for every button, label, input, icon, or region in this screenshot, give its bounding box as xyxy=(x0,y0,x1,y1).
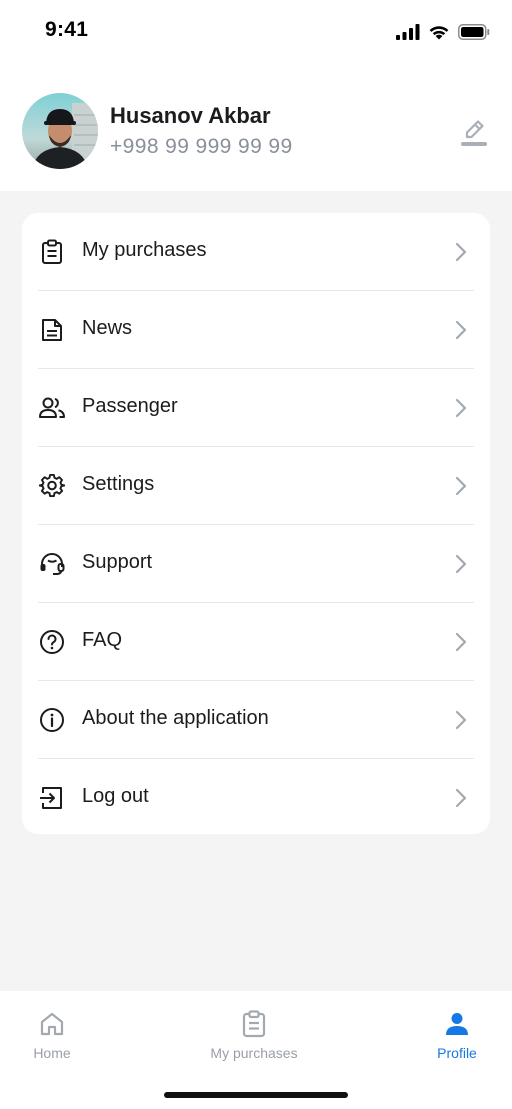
chevron-right-icon xyxy=(455,710,467,730)
status-time: 9:41 xyxy=(45,18,89,41)
pencil-icon xyxy=(461,120,487,146)
menu-item-log-out[interactable]: Log out xyxy=(22,759,490,837)
chevron-right-icon xyxy=(455,476,467,496)
chevron-right-icon xyxy=(455,320,467,340)
chevron-right-icon xyxy=(455,398,467,418)
headset-icon xyxy=(38,550,66,578)
user-name: Husanov Akbar xyxy=(110,103,271,128)
document-icon xyxy=(38,316,66,344)
clipboard-icon xyxy=(38,238,66,266)
menu-item-passenger[interactable]: Passenger xyxy=(22,369,490,447)
chevron-right-icon xyxy=(455,242,467,262)
avatar[interactable] xyxy=(22,93,98,169)
menu-item-label: FAQ xyxy=(82,629,123,651)
home-icon xyxy=(37,1009,67,1039)
status-bar: 9:41 xyxy=(0,0,512,62)
chevron-right-icon xyxy=(455,554,467,574)
home-indicator xyxy=(164,1092,348,1098)
tab-label: My purchases xyxy=(210,1045,298,1061)
wifi-icon xyxy=(429,26,449,40)
tab-home[interactable]: Home xyxy=(0,1009,122,1069)
log-out-icon xyxy=(38,784,66,812)
menu-item-label: Support xyxy=(82,551,153,573)
avatar-photo xyxy=(22,93,98,169)
edit-profile-button[interactable] xyxy=(454,112,494,152)
menu-item-label: Passenger xyxy=(82,395,178,417)
profile-header: Husanov Akbar +998 99 999 99 99 xyxy=(0,62,512,191)
info-circle-icon xyxy=(38,706,66,734)
menu-item-my-purchases[interactable]: My purchases xyxy=(22,213,490,291)
user-phone: +998 99 999 99 99 xyxy=(110,135,293,158)
menu-card: My purchases News Passenger Settings Sup… xyxy=(22,213,490,834)
menu-item-support[interactable]: Support xyxy=(22,525,490,603)
clipboard-icon xyxy=(239,1009,269,1039)
menu-item-settings[interactable]: Settings xyxy=(22,447,490,525)
chevron-right-icon xyxy=(455,632,467,652)
battery-icon xyxy=(458,24,490,40)
menu-item-label: My purchases xyxy=(82,239,207,261)
tab-profile[interactable]: Profile xyxy=(387,1009,512,1069)
status-icons xyxy=(396,22,490,42)
question-circle-icon xyxy=(38,628,66,656)
gear-icon xyxy=(38,472,66,500)
menu-item-label: About the application xyxy=(82,707,269,729)
tab-my-purchases[interactable]: My purchases xyxy=(184,1009,324,1069)
menu-item-label: News xyxy=(82,317,133,339)
tab-label: Profile xyxy=(437,1045,477,1061)
users-icon xyxy=(38,394,66,422)
tab-label: Home xyxy=(33,1045,71,1061)
cellular-signal-icon xyxy=(396,24,420,40)
menu-item-about[interactable]: About the application xyxy=(22,681,490,759)
menu-item-label: Log out xyxy=(82,785,149,807)
menu-item-news[interactable]: News xyxy=(22,291,490,369)
chevron-right-icon xyxy=(455,788,467,808)
menu-item-faq[interactable]: FAQ xyxy=(22,603,490,681)
person-icon xyxy=(442,1009,472,1039)
menu-item-label: Settings xyxy=(82,473,155,495)
